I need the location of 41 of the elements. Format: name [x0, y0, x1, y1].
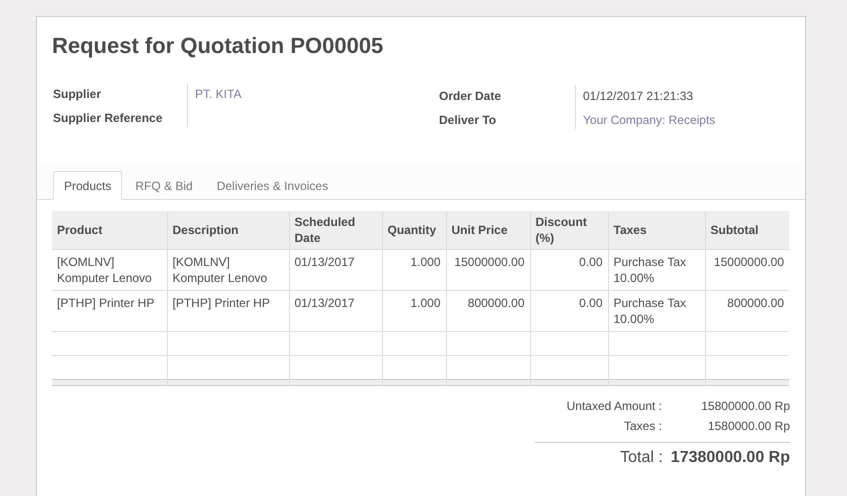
table-cell: [KOMLNV] Komputer Lenovo [167, 250, 289, 290]
table-cell: 15000000.00 [705, 250, 789, 290]
field-label: Deliver To [439, 113, 498, 127]
table-cell: 01/13/2017 [289, 250, 382, 290]
field-value: 01/12/2017 21:21:33 [583, 89, 694, 103]
column-header[interactable]: Subtotal [705, 211, 789, 250]
column-header[interactable]: Taxes [608, 211, 705, 250]
field-link[interactable]: PT. KITA [195, 87, 242, 101]
grand-total-label: Total : [620, 449, 663, 467]
table-cell: 1.000 [382, 250, 446, 290]
table-cell: 0.00 [530, 250, 608, 290]
total-value: 15800000.00 Rp [700, 399, 790, 413]
field-label: Supplier [53, 87, 102, 101]
field-label: Supplier Reference [53, 111, 164, 125]
table-cell: 1.000 [382, 290, 446, 332]
table-cell: [PTHP] Printer HP [52, 290, 167, 332]
table-cell: [KOMLNV] Komputer Lenovo [52, 250, 167, 290]
column-header[interactable]: Product [52, 211, 167, 250]
tab[interactable]: Products [53, 171, 122, 200]
table-cell: 800000.00 [446, 290, 530, 332]
table-cell: [PTHP] Printer HP [167, 290, 289, 332]
table-cell: Purchase Tax 10.00% [608, 290, 705, 332]
column-header[interactable]: Scheduled Date [289, 211, 382, 250]
total-value: 1580000.00 Rp [706, 419, 790, 433]
column-header[interactable]: Quantity [382, 211, 446, 250]
column-header[interactable]: Description [167, 211, 289, 250]
form-title: Request for Quotation PO00005 [51, 32, 384, 60]
total-label: Untaxed Amount : [566, 399, 662, 413]
column-header[interactable]: Discount (%) [530, 211, 608, 250]
table-cell: 01/13/2017 [289, 290, 382, 332]
tab[interactable]: RFQ & Bid [124, 171, 204, 200]
field-label: Order Date [439, 89, 502, 103]
grand-total-value: 17380000.00 Rp [670, 449, 790, 467]
tab[interactable]: Deliveries & Invoices [206, 171, 340, 200]
column-header[interactable]: Unit Price [446, 211, 530, 250]
field-link[interactable]: Your Company: Receipts [583, 113, 716, 127]
total-label: Taxes : [622, 419, 662, 433]
table-cell: 15000000.00 [446, 250, 530, 290]
table-cell: Purchase Tax 10.00% [608, 250, 705, 290]
table-cell: 800000.00 [705, 290, 789, 332]
table-cell: 0.00 [530, 290, 608, 332]
